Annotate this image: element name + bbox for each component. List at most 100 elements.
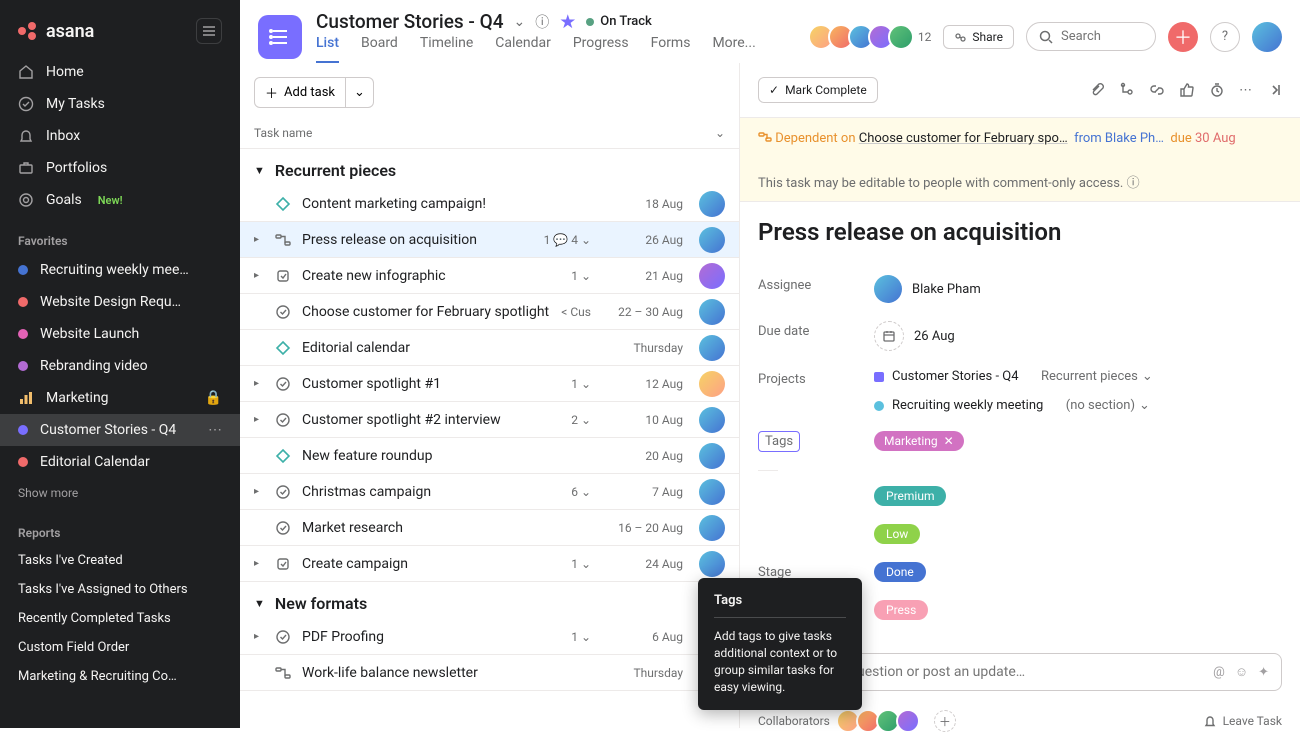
task-row[interactable]: ▸Press release on acquisition1 💬 4 ⌄26 A… xyxy=(240,222,739,258)
sidebar-item-favorite[interactable]: Recruiting weekly mee… xyxy=(0,254,240,286)
sidebar-item-favorite[interactable]: Customer Stories - Q4⋯ xyxy=(0,414,240,446)
sidebar-item-report[interactable]: Marketing & Recruiting Co… xyxy=(0,662,240,691)
task-row[interactable]: Content marketing campaign!18 Aug xyxy=(240,186,739,222)
tab-forms[interactable]: Forms xyxy=(651,35,691,63)
due-date-value[interactable]: 26 Aug xyxy=(914,329,955,344)
status-pill[interactable]: On Track xyxy=(586,14,652,29)
tab-progress[interactable]: Progress xyxy=(573,35,629,63)
nav-my-tasks[interactable]: My Tasks xyxy=(0,88,240,120)
expand-caret-icon[interactable]: ▸ xyxy=(254,486,264,497)
like-icon[interactable] xyxy=(1179,82,1195,98)
timer-icon[interactable] xyxy=(1209,82,1225,98)
nav-portfolios[interactable]: Portfolios xyxy=(0,152,240,184)
assignee-avatar[interactable] xyxy=(699,371,725,397)
sidebar-item-report[interactable]: Tasks I've Created xyxy=(0,546,240,575)
assignee-avatar[interactable] xyxy=(699,407,725,433)
asana-logo[interactable]: asana xyxy=(18,21,94,42)
tag-chip[interactable]: Marketing✕ xyxy=(874,431,964,451)
sidebar-item-favorite[interactable]: Website Launch xyxy=(0,318,240,350)
project-chip-name[interactable]: Customer Stories - Q4 xyxy=(892,369,1019,384)
assignee-avatar[interactable] xyxy=(699,335,725,361)
assignee-avatar[interactable] xyxy=(699,551,725,577)
task-row[interactable]: New feature roundup20 Aug xyxy=(240,438,739,474)
task-row[interactable]: ▸Create campaign1 ⌄24 Aug xyxy=(240,546,739,582)
task-row[interactable]: Choose customer for February spotlight< … xyxy=(240,294,739,330)
assignee-avatar[interactable] xyxy=(699,443,725,469)
expand-caret-icon[interactable]: ▸ xyxy=(254,414,264,425)
add-task-button[interactable]: ＋ Add task xyxy=(254,77,346,108)
task-row[interactable]: ▸Customer spotlight #11 ⌄12 Aug xyxy=(240,366,739,402)
task-row[interactable]: Market research16 – 20 Aug xyxy=(240,510,739,546)
assignee-avatar[interactable] xyxy=(699,263,725,289)
mention-icon[interactable]: @ xyxy=(1213,665,1225,680)
search-box[interactable] xyxy=(1026,22,1156,51)
sidebar-item-favorite[interactable]: Website Design Requ… xyxy=(0,286,240,318)
sidebar-item-favorite[interactable]: Editorial Calendar xyxy=(0,446,240,478)
project-title[interactable]: Customer Stories - Q4 xyxy=(316,10,504,33)
task-row[interactable]: ▸Customer spotlight #2 interview2 ⌄10 Au… xyxy=(240,402,739,438)
calendar-icon[interactable] xyxy=(874,321,904,351)
task-row[interactable]: Work-life balance newsletterThursday xyxy=(240,655,739,691)
sidebar-item-report[interactable]: Custom Field Order xyxy=(0,633,240,662)
assignee-avatar[interactable] xyxy=(699,191,725,217)
sidebar-item-favorite[interactable]: Marketing🔒 xyxy=(0,382,240,414)
search-input[interactable] xyxy=(1061,29,1141,44)
leave-task-button[interactable]: Leave Task xyxy=(1203,714,1282,728)
info-icon[interactable]: ⓘ xyxy=(1127,176,1140,191)
project-chip-name[interactable]: Recruiting weekly meeting xyxy=(892,398,1043,413)
collapse-sidebar-button[interactable] xyxy=(196,18,222,44)
help-button[interactable]: ? xyxy=(1210,22,1240,52)
nav-home[interactable]: Home xyxy=(0,56,240,88)
task-row[interactable]: ▸Christmas campaign6 ⌄7 Aug xyxy=(240,474,739,510)
sidebar-item-favorite[interactable]: Rebranding video xyxy=(0,350,240,382)
assignee-name[interactable]: Blake Pham xyxy=(912,282,981,297)
info-icon[interactable]: ⓘ xyxy=(535,12,549,32)
emoji-icon[interactable]: ☺ xyxy=(1235,664,1248,680)
assignee-avatar[interactable] xyxy=(699,515,725,541)
dep-task-link[interactable]: Choose customer for February spo… xyxy=(859,131,1068,146)
project-icon[interactable] xyxy=(258,15,302,59)
sidebar-item-report[interactable]: Recently Completed Tasks xyxy=(0,604,240,633)
mark-complete-button[interactable]: ✓ Mark Complete xyxy=(758,77,878,103)
task-row[interactable]: Editorial calendarThursday xyxy=(240,330,739,366)
my-avatar[interactable] xyxy=(1252,22,1282,52)
column-dropdown-icon[interactable]: ⌄ xyxy=(715,126,725,140)
add-collaborator-button[interactable]: ＋ xyxy=(934,710,956,732)
tab-calendar[interactable]: Calendar xyxy=(495,35,551,63)
remove-tag-icon[interactable]: ✕ xyxy=(944,434,954,448)
custom-field-pill[interactable]: Done xyxy=(874,562,926,582)
section-header[interactable]: ▼Recurrent pieces xyxy=(240,149,739,186)
star-icon[interactable]: ★ xyxy=(559,10,576,33)
expand-caret-icon[interactable]: ▸ xyxy=(254,558,264,569)
sidebar-item-report[interactable]: Tasks I've Assigned to Others xyxy=(0,575,240,604)
section-dropdown[interactable]: Recurrent pieces ⌄ xyxy=(1041,369,1153,384)
link-icon[interactable] xyxy=(1149,82,1165,98)
tab-board[interactable]: Board xyxy=(361,35,398,63)
more-icon[interactable]: ⋯ xyxy=(1239,83,1252,98)
nav-inbox[interactable]: Inbox xyxy=(0,120,240,152)
member-avatars[interactable]: 12 xyxy=(814,24,932,50)
custom-field-pill[interactable]: Press xyxy=(874,600,928,620)
custom-field-pill[interactable]: Low xyxy=(874,524,920,544)
show-more-favorites[interactable]: Show more xyxy=(0,478,240,508)
expand-caret-icon[interactable]: ▸ xyxy=(254,631,264,642)
task-row[interactable]: ▸PDF Proofing1 ⌄6 Aug xyxy=(240,619,739,655)
task-row[interactable]: ▸Create new infographic1 ⌄21 Aug xyxy=(240,258,739,294)
custom-field-pill[interactable]: Premium xyxy=(874,486,946,506)
add-task-dropdown[interactable]: ⌄ xyxy=(346,77,374,108)
close-panel-icon[interactable] xyxy=(1266,82,1282,98)
share-button[interactable]: Share xyxy=(943,25,1014,49)
subtask-icon[interactable] xyxy=(1119,82,1135,98)
task-title[interactable]: Press release on acquisition xyxy=(758,218,1282,246)
tab-more[interactable]: More... xyxy=(712,35,755,63)
section-dropdown[interactable]: (no section) ⌄ xyxy=(1066,398,1150,413)
assignee-avatar[interactable] xyxy=(699,479,725,505)
section-header[interactable]: ▼New formats xyxy=(240,582,739,619)
nav-goals[interactable]: GoalsNew! xyxy=(0,184,240,216)
tab-timeline[interactable]: Timeline xyxy=(420,35,473,63)
collaborator-avatars[interactable] xyxy=(840,709,920,733)
expand-caret-icon[interactable]: ▸ xyxy=(254,234,264,245)
assignee-avatar[interactable] xyxy=(699,227,725,253)
comment-box[interactable]: @ ☺ ✦ xyxy=(798,653,1282,691)
assignee-avatar[interactable] xyxy=(874,275,902,303)
